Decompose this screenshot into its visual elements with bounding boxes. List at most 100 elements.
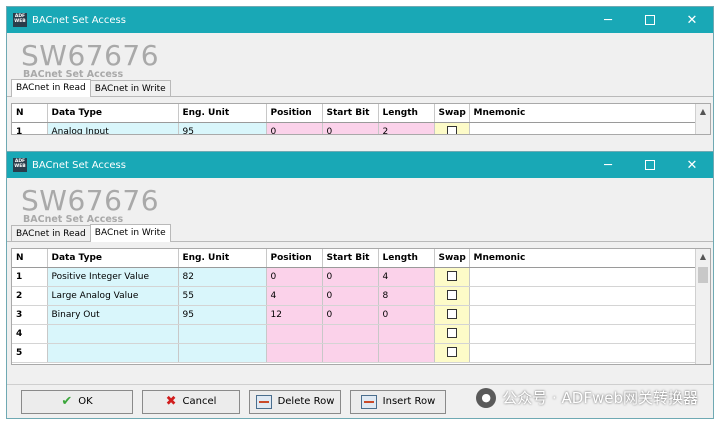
write-table-area: N Data Type Eng. Unit Position Start Bit Leng… <box>11 248 711 365</box>
cell-position[interactable] <box>266 343 323 363</box>
cell-mnemonic[interactable] <box>469 286 697 306</box>
scroll-up-icon[interactable]: ▲ <box>696 104 710 120</box>
vertical-scrollbar[interactable]: ▲ <box>695 249 710 364</box>
window-write: ADF WEB BACnet Set Access ─ ✕ SW67676 BA… <box>6 151 714 419</box>
swap-checkbox[interactable] <box>446 309 457 320</box>
scroll-up-icon[interactable]: ▲ <box>696 249 710 265</box>
cancel-button[interactable]: ✖ Cancel <box>142 389 240 414</box>
column-header: Start Bit <box>322 249 379 268</box>
title-bar[interactable]: ADF WEB BACnet Set Access ─ ✕ <box>7 7 713 33</box>
column-header: Start Bit <box>322 104 379 123</box>
cell-data-type[interactable]: Analog Input <box>47 122 179 134</box>
cell-data-type[interactable]: Binary Out <box>47 305 179 325</box>
table-row: 3 Binary Out 95 12 0 0 <box>12 305 697 325</box>
cell-eng-unit[interactable]: 55 <box>178 286 267 306</box>
cell-length[interactable]: 8 <box>378 286 435 306</box>
cell-position[interactable]: 12 <box>266 305 323 325</box>
cell-n: 1 <box>12 267 48 287</box>
app-icon: ADF WEB <box>13 13 27 27</box>
cell-n: 2 <box>12 286 48 306</box>
cell-position[interactable]: 0 <box>266 122 323 134</box>
cell-eng-unit[interactable]: 82 <box>178 267 267 287</box>
cell-swap <box>434 305 470 325</box>
maximize-icon[interactable] <box>629 7 671 33</box>
cell-mnemonic[interactable] <box>469 267 697 287</box>
window-title: BACnet Set Access <box>32 14 126 26</box>
swap-checkbox[interactable] <box>446 126 457 134</box>
tab-bacnet-in-write[interactable]: BACnet in Write <box>89 224 171 242</box>
scroll-thumb[interactable] <box>698 267 708 283</box>
cell-data-type[interactable]: Positive Integer Value <box>47 267 179 287</box>
read-table: N Data Type Eng. Unit Position Start Bit Leng… <box>12 104 697 134</box>
watermark: ● 公众号 · ADFweb网关转换器 <box>476 387 698 408</box>
close-icon[interactable]: ✕ <box>671 7 713 33</box>
tab-bacnet-in-read[interactable]: BACnet in Read <box>11 225 91 241</box>
cell-mnemonic[interactable] <box>469 305 697 325</box>
cell-swap <box>434 324 470 344</box>
cell-n: 4 <box>12 324 48 344</box>
cell-start-bit[interactable]: 0 <box>322 267 379 287</box>
cell-swap <box>434 267 470 287</box>
swap-checkbox[interactable] <box>446 271 457 282</box>
minimize-icon[interactable]: ─ <box>587 7 629 33</box>
swap-checkbox[interactable] <box>446 328 457 339</box>
cell-eng-unit[interactable] <box>178 324 267 344</box>
cell-data-type[interactable] <box>47 343 179 363</box>
swap-checkbox[interactable] <box>446 290 457 301</box>
brand-header: SW67676 BACnet Set Access <box>7 178 713 226</box>
cell-position[interactable]: 0 <box>266 267 323 287</box>
column-header: Length <box>378 104 435 123</box>
tab-strip: BACnet in Read BACnet in Write <box>7 224 713 242</box>
insert-row-button[interactable]: Insert Row <box>350 389 446 414</box>
cell-eng-unit[interactable] <box>178 343 267 363</box>
cancel-x-icon: ✖ <box>165 394 177 409</box>
delete-row-button[interactable]: Delete Row <box>249 389 341 414</box>
checkmark-icon: ✔ <box>61 394 73 409</box>
swap-checkbox[interactable] <box>446 347 457 358</box>
column-header: Data Type <box>47 249 179 268</box>
cell-n: 5 <box>12 343 48 363</box>
cell-length[interactable] <box>378 343 435 363</box>
cell-start-bit[interactable] <box>322 324 379 344</box>
table-row: 1 Analog Input 95 0 0 2 <box>12 122 697 134</box>
column-header: Data Type <box>47 104 179 123</box>
tab-bacnet-in-read[interactable]: BACnet in Read <box>11 79 91 97</box>
product-code: SW67676 <box>21 39 160 72</box>
tab-bacnet-in-write[interactable]: BACnet in Write <box>89 80 171 96</box>
cell-eng-unit[interactable]: 95 <box>178 122 267 134</box>
close-icon[interactable]: ✕ <box>671 152 713 178</box>
cell-mnemonic[interactable] <box>469 122 697 134</box>
table-row: 2 Large Analog Value 55 4 0 8 <box>12 286 697 306</box>
cell-start-bit[interactable]: 0 <box>322 122 379 134</box>
title-bar[interactable]: ADF WEB BACnet Set Access ─ ✕ <box>7 152 713 178</box>
minimize-icon[interactable]: ─ <box>587 152 629 178</box>
write-table: N Data Type Eng. Unit Position Start Bit Leng… <box>12 249 697 363</box>
column-header: Eng. Unit <box>178 104 267 123</box>
column-header: Position <box>266 104 323 123</box>
cell-start-bit[interactable] <box>322 343 379 363</box>
cell-length[interactable]: 2 <box>378 122 435 134</box>
vertical-scrollbar[interactable]: ▲ <box>695 104 710 134</box>
cell-length[interactable] <box>378 324 435 344</box>
cell-swap <box>434 343 470 363</box>
cell-position[interactable] <box>266 324 323 344</box>
cell-length[interactable]: 4 <box>378 267 435 287</box>
column-header: Eng. Unit <box>178 249 267 268</box>
read-table-area: N Data Type Eng. Unit Position Start Bit Leng… <box>11 103 711 135</box>
maximize-icon[interactable] <box>629 152 671 178</box>
cell-position[interactable]: 4 <box>266 286 323 306</box>
cell-eng-unit[interactable]: 95 <box>178 305 267 325</box>
cell-mnemonic[interactable] <box>469 343 697 363</box>
cell-data-type[interactable] <box>47 324 179 344</box>
cell-length[interactable]: 0 <box>378 305 435 325</box>
cell-start-bit[interactable]: 0 <box>322 305 379 325</box>
cell-mnemonic[interactable] <box>469 324 697 344</box>
window-title: BACnet Set Access <box>32 159 126 171</box>
delete-row-icon <box>255 394 272 409</box>
ok-button[interactable]: ✔ OK <box>21 389 133 414</box>
cell-data-type[interactable]: Large Analog Value <box>47 286 179 306</box>
cell-start-bit[interactable]: 0 <box>322 286 379 306</box>
cell-swap <box>434 122 470 134</box>
column-header: N <box>12 104 48 123</box>
column-header: Swap <box>434 104 470 123</box>
